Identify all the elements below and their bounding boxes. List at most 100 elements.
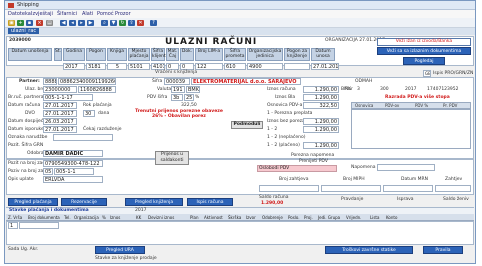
export-icon[interactable]: ⇪ xyxy=(128,20,135,26)
pogon-field[interactable]: 3181 xyxy=(86,63,106,70)
valuta-field[interactable]: 191 xyxy=(171,86,185,93)
col-datum-unosa: Datum unošenja xyxy=(8,48,52,61)
iznos2-field[interactable]: 1.290,00 xyxy=(303,94,339,101)
grid-row-vrsta[interactable] xyxy=(19,222,59,229)
pregled-ura-button[interactable]: Pregled URA xyxy=(95,246,145,254)
menu-item-datoteka[interactable]: Datoteka xyxy=(8,11,31,17)
open-icon[interactable]: ▣ xyxy=(8,20,15,26)
odobra-field[interactable]: DAMIR DADIĆ xyxy=(43,150,103,157)
podmoduli-button[interactable]: Podmoduli xyxy=(231,121,263,129)
last-record-icon[interactable]: ▶ xyxy=(87,20,94,26)
placeno-field[interactable]: 1.290,00 xyxy=(303,142,339,149)
kartica-label: Vraćeni s knjiženja xyxy=(155,70,198,75)
valuta-code-field[interactable]: BMK xyxy=(186,86,200,93)
prijenos-saldakonti-button[interactable]: Prijenos u saldakonti xyxy=(155,151,189,165)
opis-uplate-label: Opis uplate xyxy=(8,177,34,182)
dok-field[interactable]: 0 xyxy=(180,63,194,70)
partner-code-field[interactable]: 8888 xyxy=(43,78,57,85)
datum-unosa-field[interactable]: 27.01.2017 xyxy=(311,63,339,70)
menu-item-alati[interactable]: Alati xyxy=(82,11,93,17)
veza-izvod-button[interactable]: Veži ižan iz izvoda/Banka xyxy=(377,38,471,46)
next-record-icon[interactable]: ▸ xyxy=(78,20,85,26)
app-icon xyxy=(8,3,14,8)
pregled-placanja-button[interactable]: Pregled plaćanja xyxy=(8,198,58,206)
org-field[interactable]: 4900 xyxy=(247,63,283,70)
pravila-button[interactable]: Pravila xyxy=(423,246,463,254)
save-icon[interactable]: ▪ xyxy=(26,20,33,26)
dani-field[interactable]: 30 xyxy=(83,110,95,117)
broj-miph-field[interactable] xyxy=(321,185,381,192)
stavke-grid-body[interactable] xyxy=(6,221,474,245)
pozit-zad-field[interactable]: 0790549300-478-122 xyxy=(43,160,103,167)
new-icon[interactable]: + xyxy=(17,20,24,26)
razlika-field[interactable]: 1.290,00 xyxy=(303,126,339,133)
pogledaj-button[interactable]: Pogledaj xyxy=(403,57,445,65)
opis-uplate-field[interactable]: ERLVDA xyxy=(43,176,103,183)
cekaj-razduzenje-checkbox[interactable]: Čekaj razduženje xyxy=(83,127,122,132)
sifra-klijenta-field[interactable]: 4101 xyxy=(151,63,165,70)
menu-item-izvjestaji[interactable]: Izvještaji xyxy=(31,11,53,17)
pogon-za-field[interactable] xyxy=(284,63,310,70)
close-icon[interactable]: ✕ xyxy=(137,20,144,26)
filter-icon[interactable]: ▼ xyxy=(110,20,117,26)
valuta-label: Valuta xyxy=(157,87,172,92)
br-racuna-field[interactable]: 005-1-1-17 xyxy=(43,94,93,101)
delete-icon[interactable]: × xyxy=(36,20,43,26)
poziv-code-field[interactable]: 05 xyxy=(43,168,53,175)
first-record-icon[interactable]: ◀ xyxy=(60,20,67,26)
datum-isporuke-field[interactable]: 27.01.2017 xyxy=(43,126,77,133)
dvo-field[interactable]: 27.01.2017 xyxy=(43,110,77,117)
oznaka-narudzbe-field[interactable] xyxy=(53,134,113,141)
dnevnik-value: 300 xyxy=(380,87,389,92)
print-icon[interactable]: ▤ xyxy=(46,20,53,26)
ispis-racuna-button[interactable]: Ispis računa xyxy=(187,198,233,206)
search-icon[interactable]: ⌕ xyxy=(101,20,108,26)
pdv-sifra-field[interactable]: 3b xyxy=(171,94,183,101)
knjiga-field[interactable]: 5 xyxy=(107,63,127,70)
troskovi-button[interactable]: Troškovi završne statike xyxy=(325,246,413,254)
datum-mrn-field[interactable] xyxy=(383,185,433,192)
ulaz2-field[interactable]: 1160826888 xyxy=(78,86,116,93)
razrada-grid[interactable] xyxy=(351,109,471,149)
mjesto-field[interactable]: 5101 xyxy=(128,63,150,70)
poziv-broj-field[interactable]: 005-1-1 xyxy=(54,168,94,175)
help-icon[interactable]: ? xyxy=(150,20,157,26)
sifra-prometa-field[interactable]: 610 xyxy=(224,63,246,70)
pdv-pct-field[interactable]: 25 xyxy=(184,94,194,101)
refresh-icon[interactable]: ↻ xyxy=(119,20,126,26)
osnovica-field[interactable]: 322,50 xyxy=(303,102,339,109)
datum-dospijeca-field[interactable]: 26.03.2017 xyxy=(43,118,77,125)
veza-dokumenti-button[interactable]: Veži sa sa izlaznim dokumentima xyxy=(377,47,471,55)
grid-row-checkbox[interactable]: 1 xyxy=(8,222,18,229)
godina-field[interactable]: 2017 xyxy=(63,63,85,70)
partner-sifra-field[interactable]: 000039 xyxy=(164,78,190,85)
partner-name-field[interactable]: ELEKTROMATERIJAL d.o.o. SARAJEVO xyxy=(191,78,301,85)
zahtjev-field[interactable] xyxy=(435,185,471,192)
datum-racuna-field[interactable]: 27.01.2017 xyxy=(43,102,77,109)
pregled-knjizenja-button[interactable]: Pregled knjiženja xyxy=(125,198,183,206)
neplaceno-label: 1 - 2 (neplaćeno) xyxy=(267,135,306,140)
nalog-field[interactable] xyxy=(377,164,435,171)
col-dok: Dok. xyxy=(180,48,194,61)
col-godina: Godina xyxy=(63,48,85,61)
poziv-broj-label: Poziv na broj zad. xyxy=(8,169,48,174)
iznos-bez-poreza-field[interactable]: 1.290,00 xyxy=(303,118,339,125)
menu-item-prozor[interactable]: Prozor xyxy=(115,11,131,17)
ulaz-field[interactable]: 23000000 xyxy=(43,86,77,93)
broj-field[interactable]: 122 xyxy=(195,63,223,70)
rezervacije-button[interactable]: Rezervacije xyxy=(61,198,107,206)
oslobodi-pdv-field[interactable]: Oslobodi PDV xyxy=(257,165,337,172)
menu-item-pomoc[interactable]: Pomoć xyxy=(97,11,114,17)
mat-field[interactable]: 0 xyxy=(166,63,179,70)
iznos-racuna-field[interactable]: 1.290,00 xyxy=(303,86,339,93)
prev-record-icon[interactable]: ◂ xyxy=(69,20,76,26)
broj-zahtjeva-field[interactable] xyxy=(259,185,319,192)
dvo-label: DVO xyxy=(25,111,35,116)
tab-ulazni-rac[interactable]: ulazni_rac xyxy=(8,28,40,34)
partner-oib-field[interactable]: 08862340009119926000 xyxy=(58,78,116,85)
datum-mrn-label: Datum MRN xyxy=(401,177,429,182)
grid-col-konto: Konto xyxy=(386,215,398,220)
cb-field[interactable]: GB xyxy=(423,70,431,77)
menu-item-sifarnici[interactable]: Šifarnici xyxy=(57,11,77,17)
datum-isporuke-label: Datum isporuke xyxy=(8,127,44,132)
